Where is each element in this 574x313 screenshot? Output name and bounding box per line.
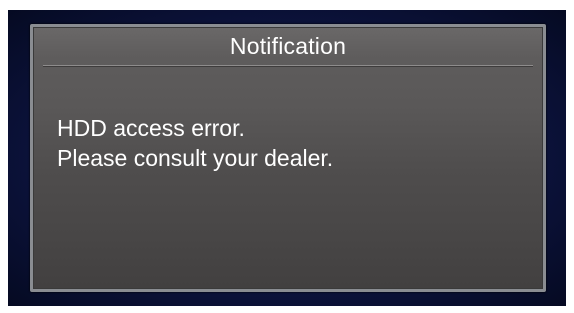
message-line-1: HDD access error.: [57, 115, 245, 141]
dialog-title: Notification: [229, 32, 347, 59]
message-line-2: Please consult your dealer.: [57, 145, 334, 171]
notification-dialog: Notification HDD access error. Please co…: [30, 24, 546, 292]
dialog-message: HDD access error. Please consult your de…: [57, 113, 523, 173]
header-divider: [43, 65, 533, 66]
display-screen: Notification HDD access error. Please co…: [8, 10, 566, 306]
dialog-header: Notification: [33, 27, 543, 65]
